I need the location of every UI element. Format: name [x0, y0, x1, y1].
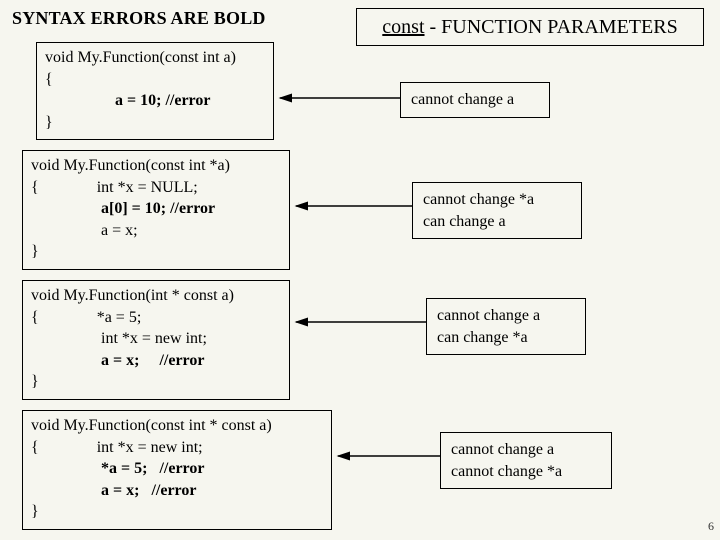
code-box-4: void My.Function(const int * const a) { i… — [22, 410, 332, 530]
note-box-4: cannot change a cannot change *a — [440, 432, 612, 489]
note3-l2: can change *a — [437, 327, 575, 349]
code3-l3b: //error — [159, 352, 204, 369]
code3-l1: *a = 5; — [97, 309, 142, 326]
code2-l2b: //error — [170, 200, 215, 217]
code4-l3a: a = x; — [101, 482, 151, 499]
code1-body1a: a = 10; — [115, 92, 165, 109]
code1-body: a = 10; //error — [45, 90, 265, 112]
slide: SYNTAX ERRORS ARE BOLD const - FUNCTION … — [0, 0, 720, 540]
code1-close: } — [45, 112, 265, 134]
note2-l1: cannot change *a — [423, 189, 571, 211]
code2-close: } — [31, 241, 281, 263]
page-number: 6 — [708, 519, 714, 534]
code4-l2a: *a = 5; — [101, 460, 159, 477]
note1-l1: cannot change a — [411, 89, 539, 111]
note3-l1: cannot change a — [437, 305, 575, 327]
note4-l2: cannot change *a — [451, 461, 601, 483]
code3-close: } — [31, 371, 281, 393]
code4-l1: int *x = new int; — [97, 439, 203, 456]
code3-open: { — [31, 309, 39, 326]
code4-close: } — [31, 501, 323, 523]
title-text: const - FUNCTION PARAMETERS — [382, 16, 677, 39]
code4-open: { — [31, 439, 39, 456]
code-box-2: void My.Function(const int *a) { int *x =… — [22, 150, 290, 270]
code3-sig: void My.Function(int * const a) — [31, 285, 281, 307]
slide-title: const - FUNCTION PARAMETERS — [356, 8, 704, 46]
code4-l3b: //error — [151, 482, 196, 499]
slide-heading: SYNTAX ERRORS ARE BOLD — [12, 8, 266, 29]
title-rest: - FUNCTION PARAMETERS — [425, 16, 678, 38]
note-box-2: cannot change *a can change a — [412, 182, 582, 239]
code1-body1b: //error — [165, 92, 210, 109]
code1-open: { — [45, 69, 265, 91]
code2-l1: int *x = NULL; — [97, 179, 198, 196]
code4-l2b: //error — [159, 460, 204, 477]
code2-sig: void My.Function(const int *a) — [31, 155, 281, 177]
code-box-1: void My.Function(const int a) { a = 10; … — [36, 42, 274, 140]
code2-l3: a = x; — [101, 222, 138, 239]
note-box-1: cannot change a — [400, 82, 550, 118]
code3-l2: int *x = new int; — [101, 330, 207, 347]
code4-sig: void My.Function(const int * const a) — [31, 415, 323, 437]
code1-sig: void My.Function(const int a) — [45, 47, 265, 69]
title-const: const — [382, 16, 424, 38]
note2-l2: can change a — [423, 211, 571, 233]
code3-l3a: a = x; — [101, 352, 159, 369]
code2-open: { — [31, 179, 39, 196]
note-box-3: cannot change a can change *a — [426, 298, 586, 355]
code-box-3: void My.Function(int * const a) { *a = 5;… — [22, 280, 290, 400]
note4-l1: cannot change a — [451, 439, 601, 461]
code2-l2a: a[0] = 10; — [101, 200, 170, 217]
